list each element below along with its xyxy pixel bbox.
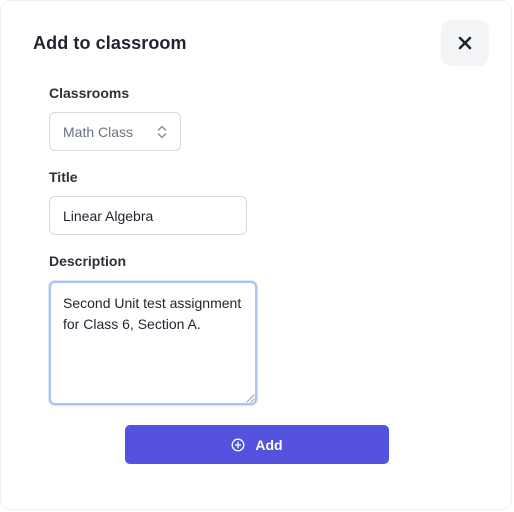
title-input[interactable] bbox=[49, 196, 247, 235]
chevron-up-down-icon bbox=[157, 125, 167, 139]
add-button[interactable]: Add bbox=[125, 425, 389, 464]
classrooms-label: Classrooms bbox=[49, 85, 130, 101]
plus-circle-icon bbox=[231, 438, 245, 451]
close-button[interactable] bbox=[441, 20, 489, 66]
add-button-label: Add bbox=[255, 436, 283, 453]
dialog-title: Add to classroom bbox=[33, 33, 187, 53]
classrooms-select[interactable]: Math Class bbox=[49, 112, 181, 151]
description-textarea[interactable]: Second Unit test assignment for Class 6,… bbox=[49, 281, 257, 405]
title-label: Title bbox=[49, 169, 78, 185]
description-label: Description bbox=[49, 253, 127, 269]
add-to-classroom-dialog: Add to classroom Classrooms Math Class T… bbox=[0, 0, 512, 510]
classrooms-selected-value: Math Class bbox=[63, 123, 134, 140]
resize-handle-icon[interactable] bbox=[246, 394, 255, 403]
x-icon bbox=[458, 36, 472, 50]
